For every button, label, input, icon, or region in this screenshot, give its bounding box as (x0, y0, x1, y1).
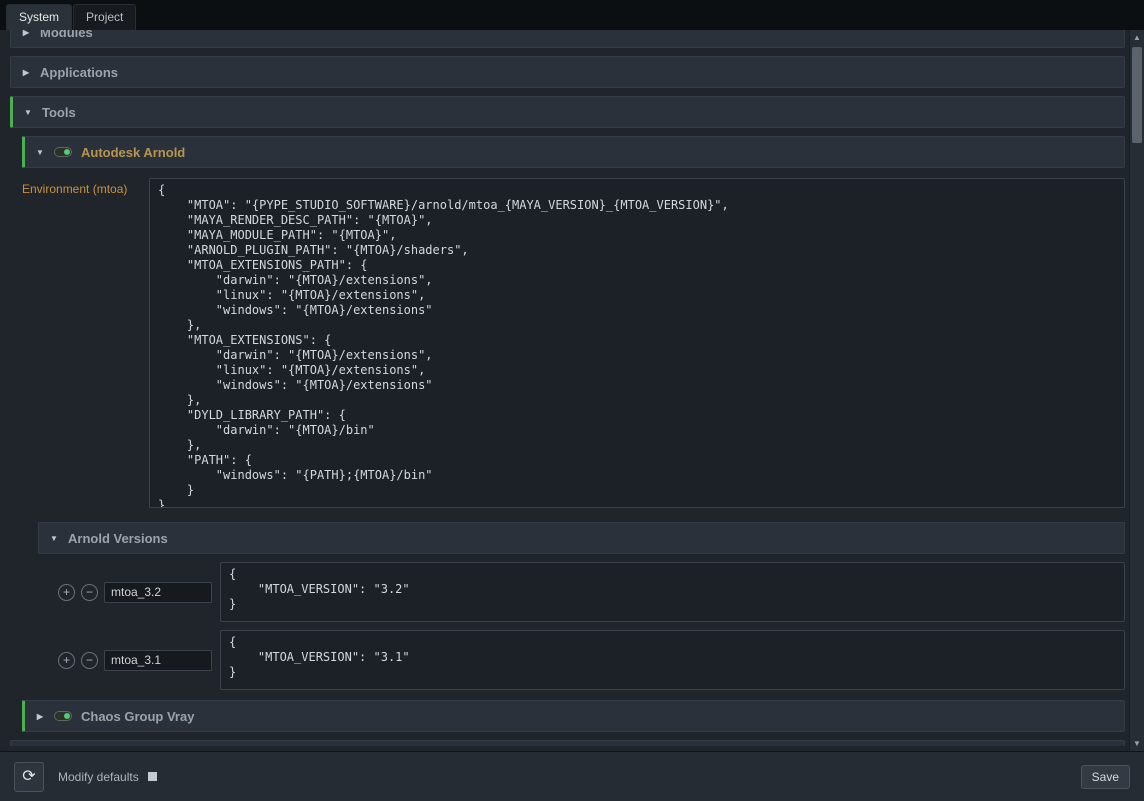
section-title-chaos-group-vray: Chaos Group Vray (81, 709, 194, 724)
modify-defaults-label: Modify defaults (58, 770, 139, 784)
modify-defaults-wrap: Modify defaults (58, 770, 157, 784)
environment-label: Environment (mtoa) (22, 178, 144, 196)
scrollbar-track[interactable] (1130, 45, 1144, 736)
settings-scroll-area: ▶ Modules ▶ Applications ▼ Tools ▼ Autod… (0, 30, 1129, 751)
section-title-autodesk-arnold: Autodesk Arnold (81, 145, 185, 160)
vray-enabled-toggle[interactable] (54, 711, 72, 721)
section-header-autodesk-arnold[interactable]: ▼ Autodesk Arnold (22, 136, 1125, 168)
chevron-right-icon: ▶ (21, 68, 31, 77)
version-row-controls: + − (38, 582, 212, 603)
version-json-editor[interactable]: { "MTOA_VERSION": "3.2" } (220, 562, 1125, 622)
refresh-icon: ⟳ (22, 768, 35, 785)
chevron-down-icon: ▼ (49, 534, 59, 543)
vertical-scrollbar: ▲ ▼ (1129, 30, 1144, 751)
footer-bar: ⟳ Modify defaults Save (0, 751, 1144, 801)
remove-version-button[interactable]: − (81, 652, 98, 669)
section-header-chaos-group-vray[interactable]: ▶ Chaos Group Vray (22, 700, 1125, 732)
section-title-tools: Tools (42, 105, 76, 120)
save-button[interactable]: Save (1081, 765, 1130, 789)
tools-section-body: ▼ Autodesk Arnold Environment (mtoa) { "… (22, 136, 1125, 732)
version-key-input[interactable] (104, 582, 212, 603)
tab-project-label: Project (86, 10, 123, 24)
add-version-button[interactable]: + (58, 652, 75, 669)
section-header-arnold-versions[interactable]: ▼ Arnold Versions (38, 522, 1125, 554)
section-title-applications: Applications (40, 65, 118, 80)
toggle-knob (64, 149, 70, 155)
tab-project[interactable]: Project (73, 4, 136, 30)
arnold-version-row: + − { "MTOA_VERSION": "3.1" } (38, 630, 1125, 690)
scroll-up-button[interactable]: ▲ (1130, 30, 1144, 45)
tab-system-label: System (19, 10, 59, 24)
toggle-knob (64, 713, 70, 719)
section-header-tools[interactable]: ▼ Tools (10, 96, 1125, 128)
add-version-button[interactable]: + (58, 584, 75, 601)
section-title-arnold-versions: Arnold Versions (68, 531, 168, 546)
remove-version-button[interactable]: − (81, 584, 98, 601)
chevron-right-icon: ▶ (21, 30, 31, 37)
tab-bar: System Project (0, 0, 1144, 30)
refresh-button[interactable]: ⟳ (14, 762, 44, 792)
next-section-partial (10, 740, 1125, 746)
arnold-version-row: + − { "MTOA_VERSION": "3.2" } (38, 562, 1125, 622)
scrollbar-thumb[interactable] (1132, 47, 1142, 143)
version-json-editor[interactable]: { "MTOA_VERSION": "3.1" } (220, 630, 1125, 690)
scroll-down-button[interactable]: ▼ (1130, 736, 1144, 751)
environment-row: Environment (mtoa) { "MTOA": "{PYPE_STUD… (22, 178, 1125, 508)
version-key-input[interactable] (104, 650, 212, 671)
environment-json-editor[interactable]: { "MTOA": "{PYPE_STUDIO_SOFTWARE}/arnold… (149, 178, 1125, 508)
tab-system[interactable]: System (6, 4, 72, 30)
section-header-applications[interactable]: ▶ Applications (10, 56, 1125, 88)
section-header-modules[interactable]: ▶ Modules (10, 30, 1125, 48)
chevron-down-icon: ▼ (23, 108, 33, 117)
modify-defaults-checkbox[interactable] (148, 772, 157, 781)
version-row-controls: + − (38, 650, 212, 671)
chevron-down-icon: ▼ (35, 148, 45, 157)
section-title-modules: Modules (40, 30, 93, 40)
settings-window: System Project ▶ Modules ▶ Applications … (0, 0, 1144, 801)
settings-main: ▶ Modules ▶ Applications ▼ Tools ▼ Autod… (0, 30, 1144, 751)
arnold-enabled-toggle[interactable] (54, 147, 72, 157)
chevron-right-icon: ▶ (35, 712, 45, 721)
